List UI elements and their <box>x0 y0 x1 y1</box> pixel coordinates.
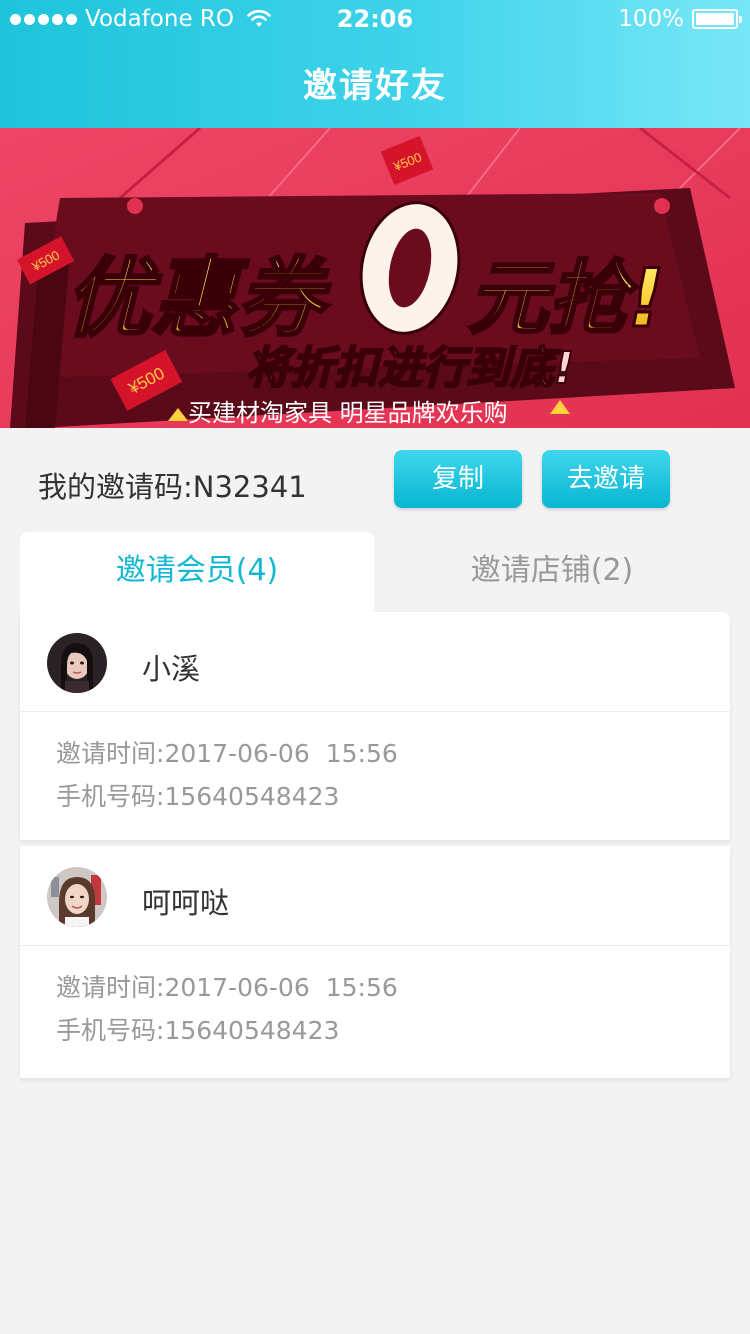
member-details: 邀请时间:2017-06-06 15:56 手机号码:15640548423 <box>20 712 730 822</box>
invite-time-label: 邀请时间: <box>56 739 165 768</box>
tab-invited-members[interactable]: 邀请会员(4) <box>20 532 374 612</box>
member-card-header: 呵呵哒 <box>20 846 730 946</box>
banner-artwork: ¥500 ¥500 ¥500 优惠券 元抢! 将折扣进行到底! 买建材淘家具 明… <box>0 128 750 428</box>
svg-text:买建材淘家具 明星品牌欢乐购: 买建材淘家具 明星品牌欢乐购 <box>188 399 508 427</box>
member-card[interactable]: 小溪 邀请时间:2017-06-06 15:56 手机号码:15640548423 <box>20 612 730 840</box>
phone-label: 手机号码: <box>56 782 165 811</box>
invite-code-text: 我的邀请码:N32341 <box>38 464 307 506</box>
avatar <box>47 633 107 693</box>
phone-line: 手机号码:15640548423 <box>56 1013 730 1056</box>
invite-time-line: 邀请时间:2017-06-06 15:56 <box>56 736 730 779</box>
member-name: 小溪 <box>142 652 201 686</box>
avatar <box>47 867 107 927</box>
phone-number: 15640548423 <box>164 1016 340 1045</box>
member-details: 邀请时间:2017-06-06 15:56 手机号码:15640548423 <box>20 946 730 1056</box>
svg-text:优惠券: 优惠券 <box>65 249 331 349</box>
member-card-header: 小溪 <box>20 612 730 712</box>
invite-tabs: 邀请会员(4) 邀请店铺(2) <box>20 532 730 612</box>
page-title: 邀请好友 <box>303 66 447 106</box>
invite-date: 2017-06-06 <box>164 973 310 1002</box>
battery-percent: 100% <box>618 6 684 32</box>
promo-banner[interactable]: ¥500 ¥500 ¥500 优惠券 元抢! 将折扣进行到底! 买建材淘家具 明… <box>0 128 750 428</box>
member-name: 呵呵哒 <box>142 886 230 920</box>
member-card[interactable]: 呵呵哒 邀请时间:2017-06-06 15:56 手机号码:1564054842… <box>20 846 730 1078</box>
tab-invited-shops[interactable]: 邀请店铺(2) <box>374 532 730 612</box>
invite-time: 15:56 <box>325 739 398 768</box>
invite-time-label: 邀请时间: <box>56 973 165 1002</box>
svg-text:元抢!: 元抢! <box>468 252 664 345</box>
status-right: 100% <box>618 6 742 32</box>
phone-number: 15640548423 <box>164 782 340 811</box>
phone-label: 手机号码: <box>56 1016 165 1045</box>
copy-button[interactable]: 复制 <box>394 450 522 508</box>
phone-line: 手机号码:15640548423 <box>56 779 730 822</box>
invite-code-value[interactable]: N32341 <box>193 470 307 504</box>
status-bar: Vodafone RO 22:06 100% <box>0 0 750 40</box>
battery-icon <box>692 9 742 29</box>
svg-text:将折扣进行到底!: 将折扣进行到底! <box>246 343 574 394</box>
invite-code-label: 我的邀请码: <box>38 470 193 504</box>
app-header: Vodafone RO 22:06 100% 邀请好友 <box>0 0 750 128</box>
invite-time-line: 邀请时间:2017-06-06 15:56 <box>56 970 730 1013</box>
go-invite-button[interactable]: 去邀请 <box>542 450 670 508</box>
invite-date: 2017-06-06 <box>164 739 310 768</box>
invite-code-row: 我的邀请码:N32341 复制 去邀请 <box>0 428 750 532</box>
invite-time: 15:56 <box>325 973 398 1002</box>
